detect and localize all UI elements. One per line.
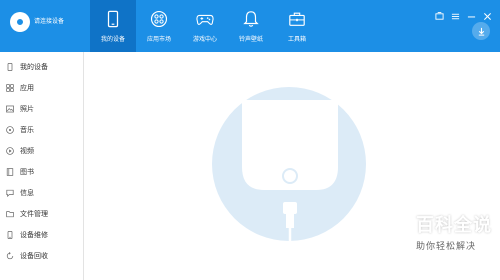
phone-icon — [107, 10, 119, 28]
photo-icon — [6, 105, 14, 112]
app-icon — [6, 83, 14, 92]
sidebar-item-file-manager[interactable]: 文件管理 — [0, 203, 83, 224]
gamepad-icon — [196, 14, 214, 25]
music-icon — [6, 125, 14, 134]
bell-icon — [243, 11, 259, 27]
message-icon — [6, 189, 14, 197]
connect-device-status[interactable]: 请连接设备 — [34, 16, 64, 25]
download-button[interactable] — [472, 22, 490, 40]
close-icon[interactable] — [483, 6, 492, 21]
tab-my-device[interactable]: 我的设备 — [90, 0, 136, 52]
toolbox-icon — [289, 12, 305, 26]
recycle-icon — [6, 251, 14, 259]
sidebar-item-device-repair[interactable]: 设备维修 — [0, 224, 83, 245]
download-icon — [478, 27, 484, 36]
tab-app-market[interactable]: 应用市场 — [136, 0, 182, 52]
tab-label: 我的设备 — [100, 36, 125, 43]
sidebar-item-books[interactable]: 图书 — [0, 161, 83, 182]
sidebar-item-label: 设备维修 — [20, 230, 48, 239]
device-icon — [7, 62, 13, 71]
watermark-subtitle: 助你轻松解决 — [416, 242, 477, 252]
sidebar-item-photos[interactable]: 照片 — [0, 98, 83, 119]
menu-icon[interactable] — [451, 6, 460, 20]
watermark-title: 百科全说 — [416, 215, 492, 236]
sidebar: 我的设备 应用 照片 音乐 视频 图书 信息 文件管理 设备维修 设备回收 — [0, 52, 84, 280]
sidebar-item-apps[interactable]: 应用 — [0, 77, 83, 98]
sidebar-item-label: 应用 — [20, 83, 34, 92]
sidebar-item-label: 我的设备 — [20, 62, 48, 71]
sidebar-item-device-recycle[interactable]: 设备回收 — [0, 245, 83, 266]
minimize-icon[interactable] — [467, 6, 476, 18]
book-icon — [6, 167, 14, 176]
sidebar-item-label: 视频 — [20, 146, 34, 155]
sidebar-item-label: 设备回收 — [20, 251, 48, 260]
top-bar: 请连接设备 我的设备 应用市场 游戏中心 铃声壁纸 工具箱 — [0, 0, 500, 52]
skin-icon[interactable] — [435, 6, 444, 20]
app-window: 请连接设备 我的设备 应用市场 游戏中心 铃声壁纸 工具箱 我的设备 应用 照片… — [0, 0, 500, 280]
tab-label: 工具箱 — [287, 36, 306, 43]
video-icon — [6, 146, 14, 155]
tab-ringtone-wallpaper[interactable]: 铃声壁纸 — [228, 0, 274, 52]
tab-toolbox[interactable]: 工具箱 — [274, 0, 320, 52]
sidebar-item-videos[interactable]: 视频 — [0, 140, 83, 161]
tab-label: 应用市场 — [146, 36, 171, 43]
sidebar-item-messages[interactable]: 信息 — [0, 182, 83, 203]
sidebar-item-label: 音乐 — [20, 125, 34, 134]
tab-game-center[interactable]: 游戏中心 — [182, 0, 228, 52]
sidebar-item-label: 信息 — [20, 188, 34, 197]
app-logo-icon — [10, 12, 30, 32]
folder-icon — [6, 210, 14, 217]
main-nav: 我的设备 应用市场 游戏中心 铃声壁纸 工具箱 — [90, 0, 320, 52]
sidebar-item-my-device[interactable]: 我的设备 — [0, 56, 83, 77]
main-content: 百科全说 助你轻松解决 — [84, 52, 500, 280]
sidebar-item-label: 图书 — [20, 167, 34, 176]
sidebar-item-music[interactable]: 音乐 — [0, 119, 83, 140]
watermark: 百科全说 助你轻松解决 — [416, 211, 492, 252]
sidebar-item-label: 照片 — [20, 104, 34, 113]
sidebar-item-label: 文件管理 — [20, 209, 48, 218]
repair-icon — [7, 230, 13, 239]
tab-label: 游戏中心 — [192, 36, 217, 43]
apps-icon — [150, 10, 168, 28]
window-controls — [435, 6, 492, 21]
tab-label: 铃声壁纸 — [238, 36, 263, 43]
